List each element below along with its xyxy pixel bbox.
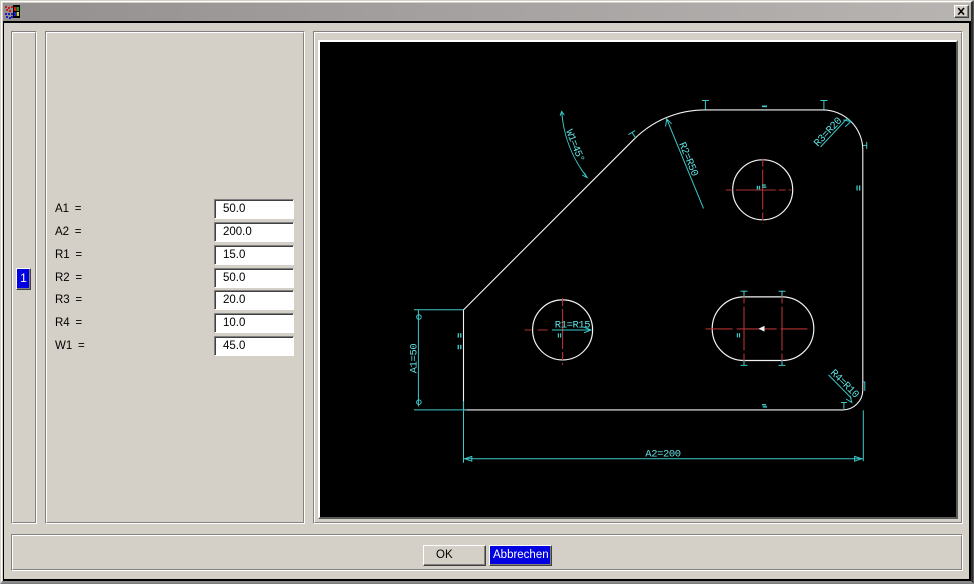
svg-text:A1=50: A1=50 [409, 343, 421, 373]
svg-text:A2=200: A2=200 [645, 448, 681, 460]
svg-text:R2=R50: R2=R50 [675, 140, 700, 177]
svg-text:R4=R10: R4=R10 [827, 367, 861, 401]
svg-text:R1=R15: R1=R15 [555, 319, 591, 331]
svg-text:W1=45°: W1=45° [562, 128, 586, 164]
svg-text:R3=R20: R3=R20 [812, 115, 845, 149]
